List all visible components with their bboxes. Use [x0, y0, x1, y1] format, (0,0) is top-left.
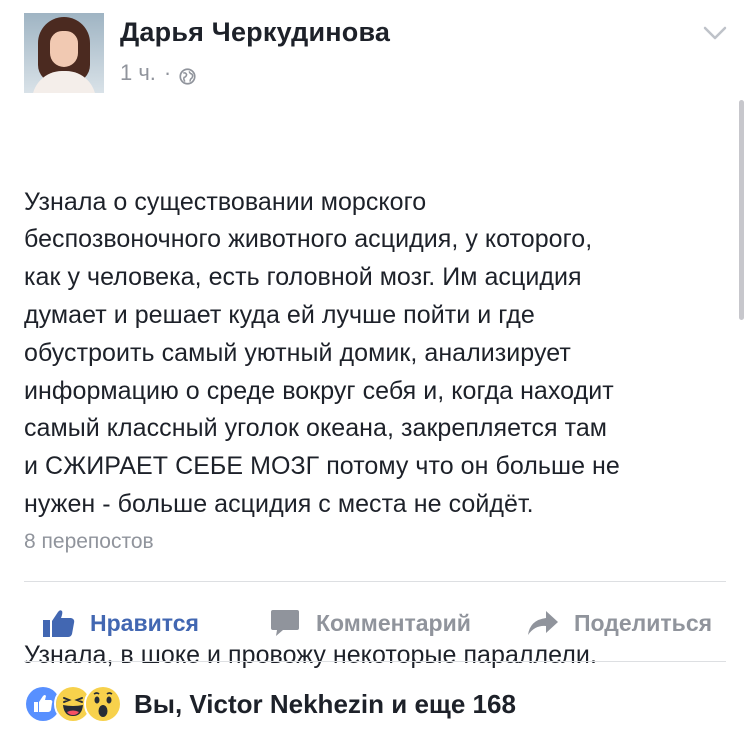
shares-count[interactable]: 8 перепостов — [24, 530, 154, 554]
chevron-down-icon[interactable] — [702, 24, 728, 42]
like-label: Нравится — [90, 609, 199, 636]
share-button[interactable]: Поделиться — [526, 600, 712, 646]
comment-label: Комментарий — [316, 609, 471, 636]
comment-icon — [268, 608, 302, 638]
reactions-summary-text: Вы, Victor Nekhezin и еще 168 — [134, 688, 516, 719]
avatar[interactable] — [24, 13, 104, 93]
meta-separator: · — [163, 60, 172, 85]
scrollbar[interactable] — [739, 100, 744, 320]
globe-icon — [179, 65, 196, 85]
divider — [24, 581, 726, 582]
action-bar: Нравится Комментарий Поделиться — [0, 600, 750, 646]
avatar-face — [50, 31, 78, 67]
author-name[interactable]: Дарья Черкудинова — [120, 17, 390, 48]
post-paragraph: Узнала о существовании морского беспозво… — [24, 187, 620, 518]
post-header: Дарья Черкудинова 1 ч. · — [0, 0, 750, 100]
divider — [24, 661, 726, 662]
wow-reaction-icon — [84, 685, 122, 723]
comment-button[interactable]: Комментарий — [268, 600, 471, 646]
thumbs-up-icon — [42, 608, 76, 638]
post-meta: 1 ч. · — [120, 60, 196, 86]
share-label: Поделиться — [574, 609, 713, 636]
post-time[interactable]: 1 ч. — [120, 60, 156, 86]
like-button[interactable]: Нравится — [42, 600, 199, 646]
share-arrow-icon — [526, 608, 560, 638]
reactions-summary[interactable]: Вы, Victor Nekhezin и еще 168 — [24, 684, 516, 724]
